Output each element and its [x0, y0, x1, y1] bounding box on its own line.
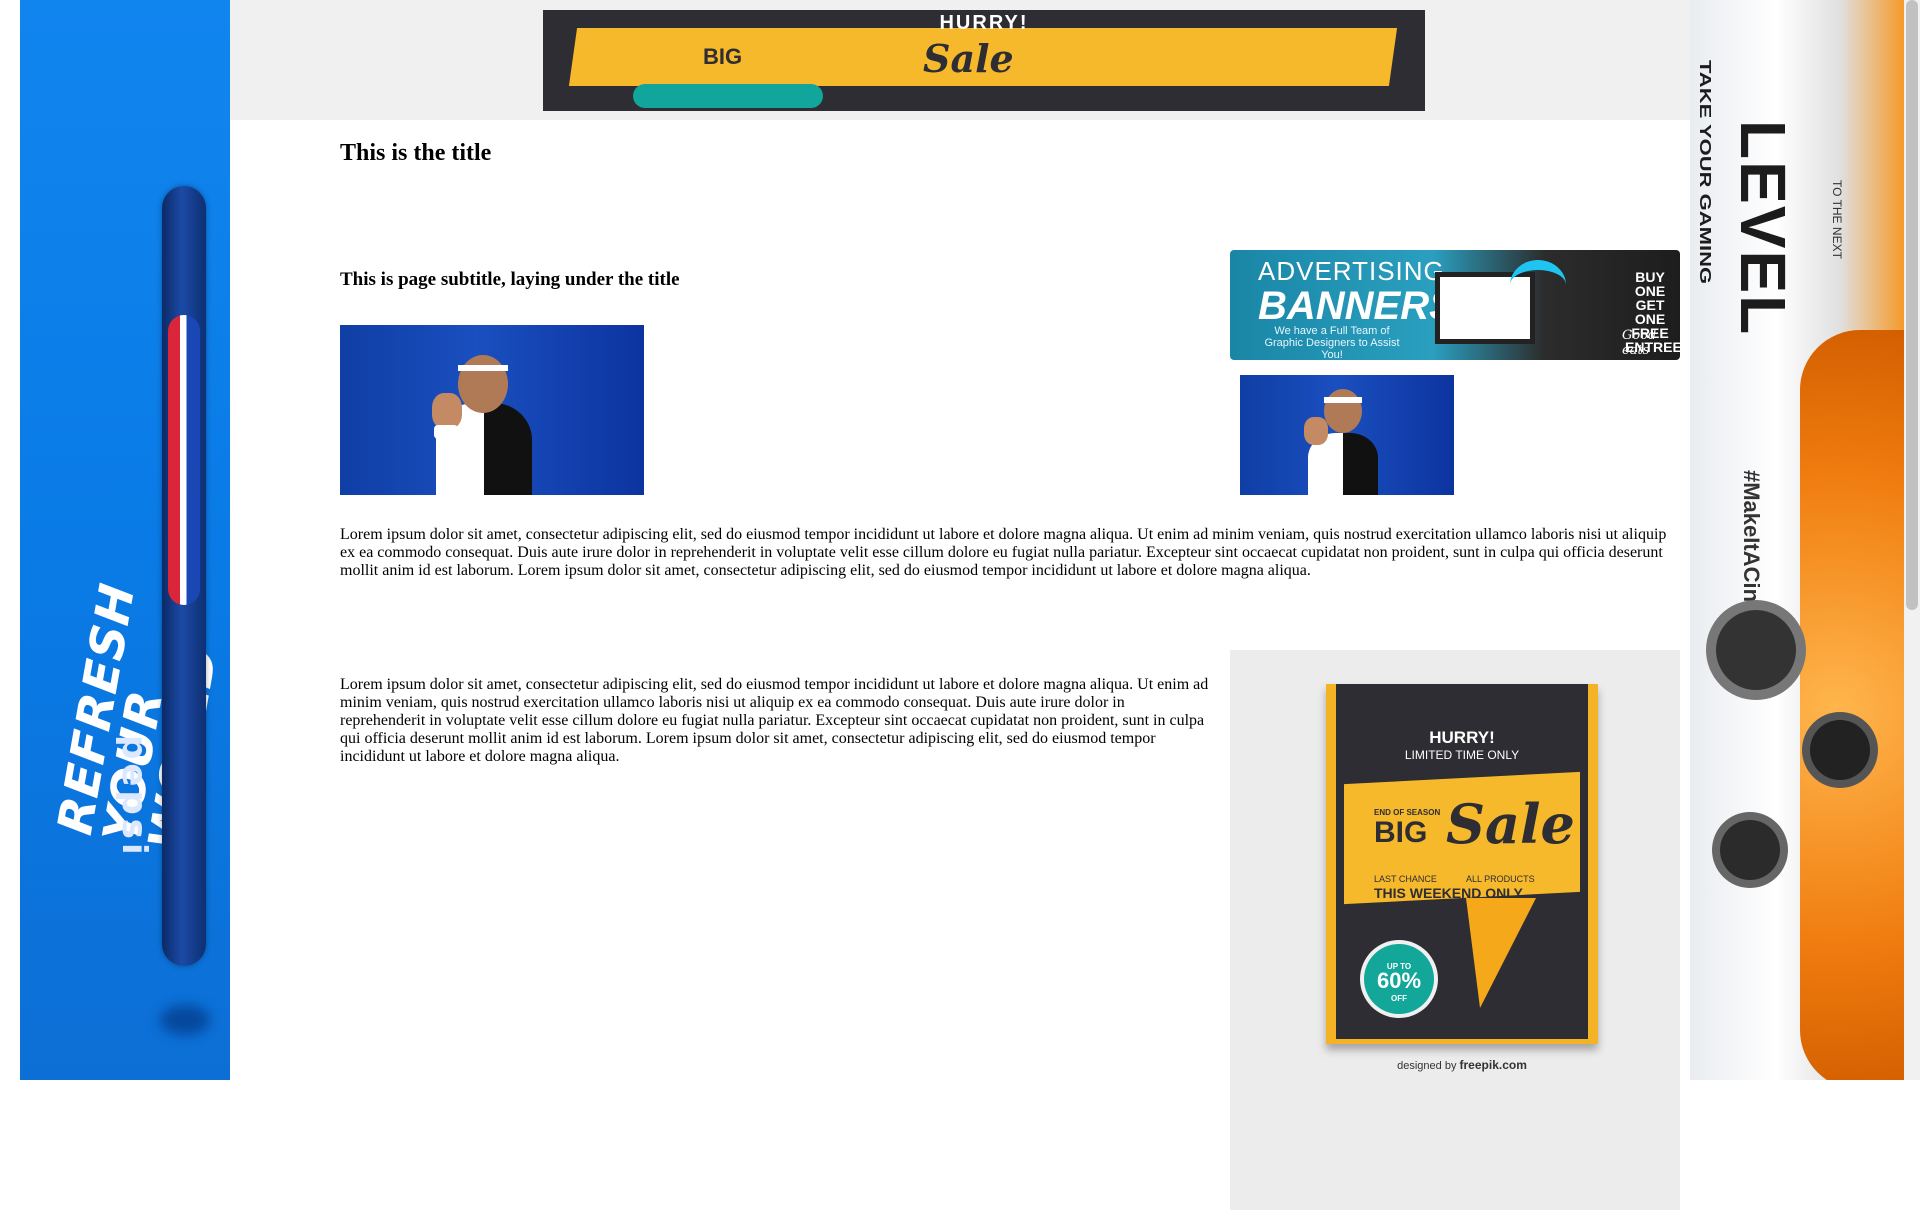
player-fist: [432, 393, 462, 429]
ad-tagline: We have a Full Team of Graphic Designers…: [1264, 325, 1400, 360]
headband: [458, 365, 508, 371]
ad-brand: pepsi: [114, 735, 154, 859]
flyer-limited: LIMITED TIME ONLY: [1404, 748, 1520, 762]
flyer-graphic: HURRY! LIMITED TIME ONLY END OF SEASON B…: [1326, 684, 1598, 1044]
joystick-icon: [1810, 720, 1870, 780]
flyer-off: OFF: [1391, 994, 1407, 1003]
body-paragraph-2: Lorem ipsum dolor sit amet, consectetur …: [340, 676, 1209, 765]
flyer-weekend: THIS WEEKEND ONLY: [1374, 885, 1523, 901]
ad-headline-suffix: TO THE NEXT: [1830, 180, 1844, 259]
flyer-big: BIG: [1374, 816, 1428, 849]
credit-prefix: designed by: [1397, 1060, 1457, 1072]
ad-big-text: BIG: [703, 44, 743, 69]
flyer-hurry: HURRY!: [1429, 728, 1495, 747]
arrow-icon: [1510, 260, 1566, 310]
ad-line1: ADVERTISING: [1258, 256, 1445, 286]
credit-brand: freepik.com: [1459, 1058, 1527, 1072]
joystick-icon: [1720, 820, 1780, 880]
ad-sale-text: Sale: [923, 36, 1014, 81]
headband: [1324, 397, 1362, 403]
sale-flyer-ad[interactable]: HURRY! LIMITED TIME ONLY END OF SEASON B…: [1230, 650, 1680, 1210]
flyer-all-products: ALL PRODUCTS: [1466, 874, 1535, 884]
orange-controller-graphic: [1800, 330, 1904, 1080]
ad-signature: Good eats: [1622, 328, 1657, 358]
player-head: [1324, 389, 1362, 433]
flyer-percent: 60%: [1376, 968, 1422, 993]
pepsi-logo-icon: [168, 315, 200, 605]
page-title: This is the title: [340, 140, 492, 166]
body-paragraph-1: Lorem ipsum dolor sit amet, consectetur …: [340, 526, 1667, 579]
scrollbar-thumb[interactable]: [1906, 0, 1918, 610]
wristband: [434, 425, 458, 439]
tennis-photo-large[interactable]: [340, 325, 644, 495]
ad-line2: BANNERS: [1258, 284, 1456, 328]
left-skyscraper-ad[interactable]: REFRESH YOUR WORLD pepsi: [20, 0, 230, 1080]
ad-headline: TAKE YOUR GAMING: [1696, 60, 1715, 285]
page-subtitle: This is page subtitle, laying under the …: [340, 269, 680, 290]
flyer-sale: Sale: [1446, 792, 1575, 856]
ad-discount-badge: [633, 84, 823, 108]
ad-hurry-text: HURRY!: [939, 12, 1029, 34]
page-gutter: [0, 0, 20, 1080]
player-head: [458, 355, 508, 413]
advertising-banner-ad[interactable]: ADVERTISING BANNERS We have a Full Team …: [1230, 250, 1680, 360]
ad-hashtag: #MakeItACinch: [1739, 470, 1764, 628]
flyer-credit: designed by freepik.com: [1326, 1058, 1598, 1072]
player-fist: [1304, 417, 1328, 445]
flyer-last-chance: LAST CHANCE: [1374, 874, 1437, 884]
ad-headline-big: LEVEL: [1727, 120, 1799, 337]
top-leaderboard-ad[interactable]: HURRY! BIG Sale: [543, 10, 1425, 111]
joystick-icon: [1716, 610, 1796, 690]
can-shadow: [160, 1005, 210, 1035]
tennis-photo-small[interactable]: [1240, 375, 1454, 495]
right-skyscraper-ad[interactable]: TAKE YOUR GAMING LEVEL TO THE NEXT #Make…: [1690, 0, 1904, 1080]
